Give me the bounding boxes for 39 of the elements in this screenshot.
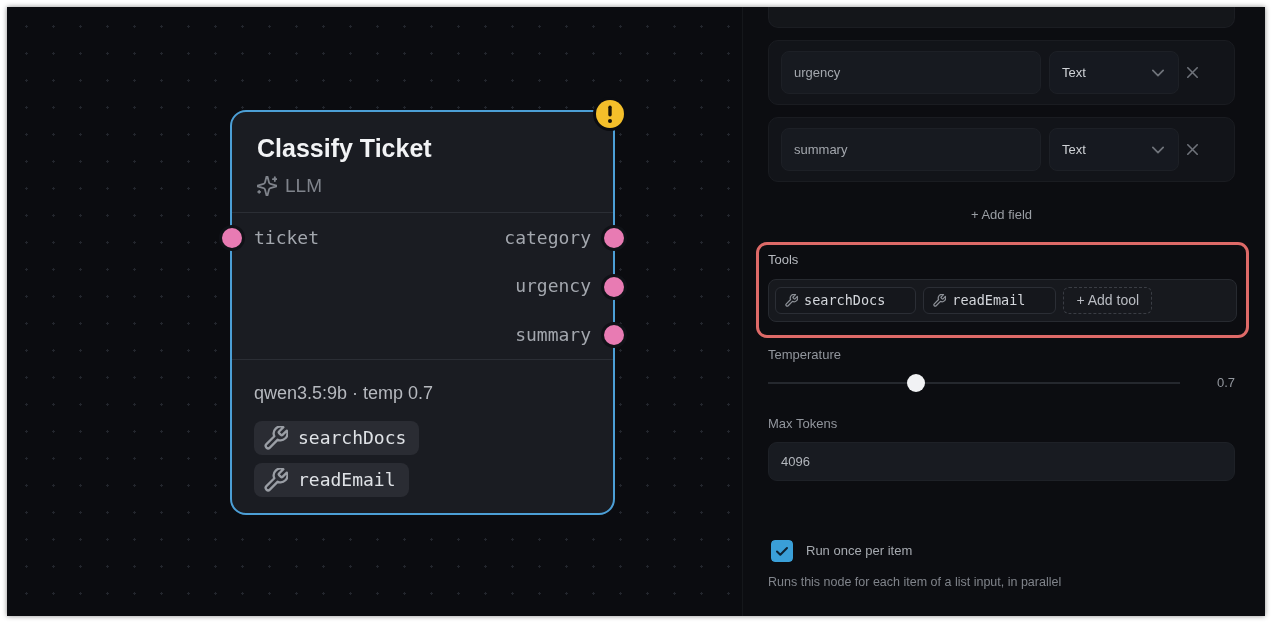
wrench-icon — [933, 294, 947, 307]
tool-name: readEmail — [298, 468, 396, 492]
port-label: summary — [515, 322, 591, 347]
tools-field[interactable]: searchDocs readEmail + Add tool — [768, 279, 1237, 322]
add-tool-button[interactable]: + Add tool — [1063, 287, 1153, 314]
close-icon[interactable] — [1187, 144, 1198, 155]
slider-value: 0.7 — [1215, 374, 1235, 393]
sparkle-icon — [257, 176, 277, 196]
port-label: urgency — [515, 274, 591, 299]
field-label: Temperature — [768, 347, 841, 362]
model-info-text: qwen3.5:9b · temp 0.7 — [254, 381, 435, 405]
add-field-button[interactable]: + Add field — [970, 205, 1033, 225]
input-port-icon[interactable] — [219, 224, 245, 251]
close-icon[interactable] — [1187, 67, 1198, 78]
checkbox-icon[interactable] — [771, 540, 793, 562]
port-label: category — [504, 225, 591, 250]
port-label: ticket — [254, 225, 320, 250]
output-port-icon[interactable] — [601, 224, 627, 251]
tool-tag[interactable]: readEmail — [923, 287, 1057, 314]
node-card[interactable]: Classify Ticket LLM ticket category urgency summary qwen3.5:9b · temp 0.7 searchDocs readEmail — [230, 110, 615, 515]
wrench-icon — [264, 467, 288, 492]
output-port-icon[interactable] — [601, 321, 627, 348]
wrench-icon — [264, 425, 288, 450]
field-type-select[interactable]: Text — [1049, 51, 1179, 94]
help-text: Runs this node for each item of a list input, in parallel — [768, 575, 1062, 589]
slider-thumb[interactable] — [907, 374, 926, 392]
number-input[interactable]: 4096 — [768, 442, 1235, 481]
field-type-select[interactable]: Text — [1049, 128, 1179, 171]
output-port-icon[interactable] — [601, 273, 627, 300]
wrench-icon — [785, 294, 798, 307]
field-name-input[interactable]: urgency — [781, 51, 1041, 94]
section-label: Tools — [768, 251, 800, 269]
tool-tag[interactable]: searchDocs — [775, 287, 917, 314]
node-type-label: LLM — [285, 174, 322, 198]
node-title: Classify Ticket — [257, 133, 433, 163]
checkbox-label: Run once per item — [806, 542, 913, 561]
field-name-input[interactable]: summary — [781, 128, 1041, 171]
field-label: Max Tokens — [768, 416, 838, 431]
tool-name: searchDocs — [298, 426, 407, 450]
